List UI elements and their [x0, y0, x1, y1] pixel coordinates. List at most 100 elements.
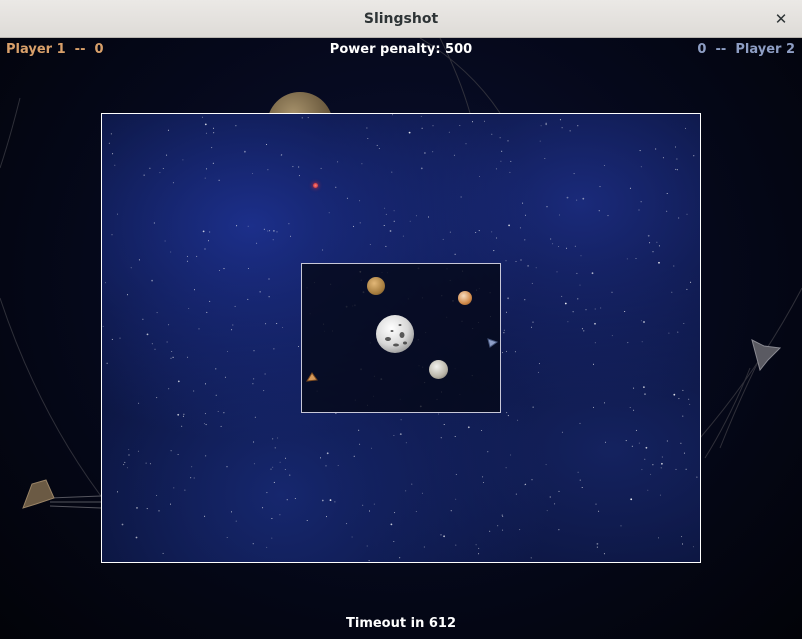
star [581, 328, 583, 330]
star [481, 430, 483, 431]
star [644, 458, 646, 460]
star [579, 479, 581, 481]
star [561, 295, 563, 297]
star [146, 508, 148, 510]
star [177, 454, 179, 455]
star [170, 357, 172, 359]
star [545, 464, 547, 466]
star [538, 363, 540, 365]
star [549, 496, 551, 498]
star [661, 456, 663, 458]
star [394, 512, 396, 514]
close-icon[interactable]: ✕ [768, 6, 794, 32]
star [168, 324, 170, 326]
star [491, 231, 493, 233]
star [572, 311, 574, 313]
star [656, 241, 658, 243]
star [154, 348, 156, 350]
derelict-ship-right [751, 339, 782, 372]
star [680, 442, 682, 444]
red-missile [313, 183, 318, 188]
star [252, 543, 254, 545]
star [454, 253, 456, 255]
star [158, 510, 160, 512]
star [558, 246, 560, 247]
star [206, 168, 207, 170]
star [627, 342, 629, 344]
star [280, 154, 282, 156]
star [683, 452, 685, 454]
star [325, 465, 327, 467]
star [479, 176, 480, 177]
star [146, 333, 149, 336]
title-bar[interactable]: Slingshot ✕ [0, 0, 802, 38]
star [641, 469, 643, 471]
star [359, 443, 361, 445]
star [102, 325, 104, 327]
star [234, 305, 236, 307]
star [145, 462, 147, 464]
star [544, 158, 546, 159]
star [223, 412, 225, 414]
star [123, 464, 125, 466]
star [329, 499, 332, 501]
star [231, 329, 233, 331]
star [391, 171, 393, 173]
star [346, 197, 348, 199]
star [149, 167, 151, 169]
star [577, 471, 579, 473]
tan-planet [367, 277, 385, 295]
star [187, 356, 188, 358]
star [181, 425, 183, 427]
star [455, 474, 457, 475]
star [675, 468, 677, 470]
star [696, 476, 698, 478]
star [596, 543, 599, 545]
star [390, 523, 393, 526]
star [532, 406, 534, 408]
star [629, 407, 631, 408]
star [605, 441, 606, 443]
star [292, 166, 294, 168]
star [442, 238, 444, 240]
star [366, 127, 368, 129]
star [111, 338, 113, 340]
star [448, 131, 450, 133]
star [532, 321, 534, 323]
star [450, 510, 452, 512]
star [507, 297, 509, 300]
star [409, 220, 411, 222]
star [577, 125, 579, 127]
star [211, 147, 213, 149]
star [254, 416, 256, 418]
star [393, 541, 395, 542]
star [594, 308, 596, 310]
star [658, 537, 659, 539]
star [611, 335, 613, 337]
star [595, 503, 597, 505]
star [506, 350, 507, 352]
star [232, 324, 234, 326]
star [690, 281, 692, 283]
star [112, 153, 114, 155]
star [683, 323, 685, 324]
star [655, 148, 657, 150]
star [177, 380, 180, 383]
game-canvas[interactable]: Player 1 -- 0 Power penalty: 500 0 -- Pl… [0, 38, 802, 639]
star [594, 342, 596, 344]
star [253, 378, 255, 380]
star [337, 161, 339, 163]
star [298, 175, 300, 177]
star [507, 140, 509, 142]
star [421, 492, 423, 494]
crater-pattern [385, 324, 407, 347]
star [525, 214, 526, 216]
star [371, 447, 372, 449]
star [650, 473, 652, 475]
star [633, 387, 635, 389]
star [638, 209, 640, 211]
star [272, 466, 274, 468]
star [307, 117, 309, 119]
star [213, 132, 215, 134]
star [244, 150, 246, 153]
